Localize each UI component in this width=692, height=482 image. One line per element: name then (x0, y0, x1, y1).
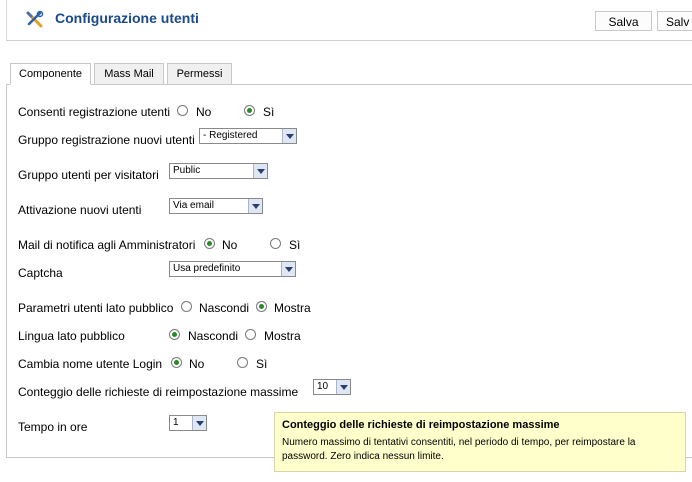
radio-cambia-nome-si[interactable] (237, 357, 248, 368)
label-lingua-nascondi: Nascondi (188, 329, 239, 343)
select-gruppo-registrazione-value: - Registered (203, 130, 258, 141)
tools-icon (26, 10, 44, 28)
page-title: Configurazione utenti (55, 10, 199, 26)
label-cambia-nome-no: No (189, 357, 205, 371)
radio-parametri-mostra[interactable] (256, 301, 267, 312)
select-gruppo-visitatori-value: Public (173, 165, 201, 176)
label-gruppo-visitatori: Gruppo utenti per visitatori (18, 168, 159, 182)
chevron-down-icon (336, 380, 350, 394)
tooltip-body: Numero massimo di tentativi consentiti, … (282, 437, 636, 462)
label-attivazione: Attivazione nuovi utenti (18, 203, 142, 217)
tooltip: Conteggio delle richieste di reimpostazi… (274, 412, 686, 472)
radio-lingua-mostra[interactable] (245, 329, 256, 340)
chevron-down-icon (253, 164, 267, 178)
radio-mail-notifica-no[interactable] (204, 238, 215, 249)
select-tempo-value: 1 (173, 417, 179, 428)
label-mail-notifica: Mail di notifica agli Amministratori (18, 238, 196, 252)
select-conteggio[interactable]: 10 (313, 379, 351, 395)
tooltip-title: Conteggio delle richieste di reimpostazi… (282, 419, 560, 431)
label-conteggio: Conteggio delle richieste di reimpostazi… (18, 385, 299, 399)
select-gruppo-registrazione[interactable]: - Registered (199, 128, 297, 144)
chevron-down-icon (192, 416, 206, 430)
label-cambia-nome-si: Sì (256, 357, 268, 371)
select-tempo[interactable]: 1 (169, 415, 207, 431)
label-mail-notifica-si: Sì (289, 238, 301, 252)
label-parametri-pubblico: Parametri utenti lato pubblico (18, 301, 174, 315)
label-captcha: Captcha (18, 266, 63, 280)
radio-registrazione-no[interactable] (177, 105, 188, 116)
chevron-down-icon (248, 199, 262, 213)
select-attivazione[interactable]: Via email (169, 198, 263, 214)
toolbar-header: Configurazione utenti Salva Salv (6, 0, 692, 41)
radio-cambia-nome-no[interactable] (171, 357, 182, 368)
radio-registrazione-si[interactable] (244, 105, 255, 116)
label-parametri-mostra: Mostra (274, 301, 311, 315)
chevron-down-icon (282, 129, 296, 143)
radio-lingua-nascondi[interactable] (169, 329, 180, 340)
select-gruppo-visitatori[interactable]: Public (169, 163, 268, 179)
select-attivazione-value: Via email (173, 200, 214, 211)
label-registrazione-si: Sì (263, 105, 275, 119)
tab-permessi[interactable]: Permessi (167, 63, 232, 85)
save-close-button[interactable]: Salv (657, 11, 692, 31)
label-cambia-nome: Cambia nome utente Login (18, 357, 163, 371)
chevron-down-icon (281, 262, 295, 276)
save-button[interactable]: Salva (595, 11, 652, 31)
label-lingua-mostra: Mostra (264, 329, 301, 343)
label-registrazione-no: No (196, 105, 212, 119)
label-consenti-registrazione: Consenti registrazione utenti (18, 105, 171, 119)
tab-mass-mail[interactable]: Mass Mail (94, 63, 164, 85)
tab-componente[interactable]: Componente (10, 63, 91, 85)
select-conteggio-value: 10 (317, 381, 329, 392)
radio-mail-notifica-si[interactable] (270, 238, 281, 249)
radio-parametri-nascondi[interactable] (181, 301, 192, 312)
label-mail-notifica-no: No (222, 238, 238, 252)
label-tempo: Tempo in ore (18, 420, 88, 434)
label-gruppo-registrazione: Gruppo registrazione nuovi utenti (18, 133, 195, 147)
label-lingua-pubblico: Lingua lato pubblico (18, 329, 125, 343)
select-captcha[interactable]: Usa predefinito (169, 261, 296, 277)
label-parametri-nascondi: Nascondi (199, 301, 250, 315)
select-captcha-value: Usa predefinito (173, 263, 241, 274)
